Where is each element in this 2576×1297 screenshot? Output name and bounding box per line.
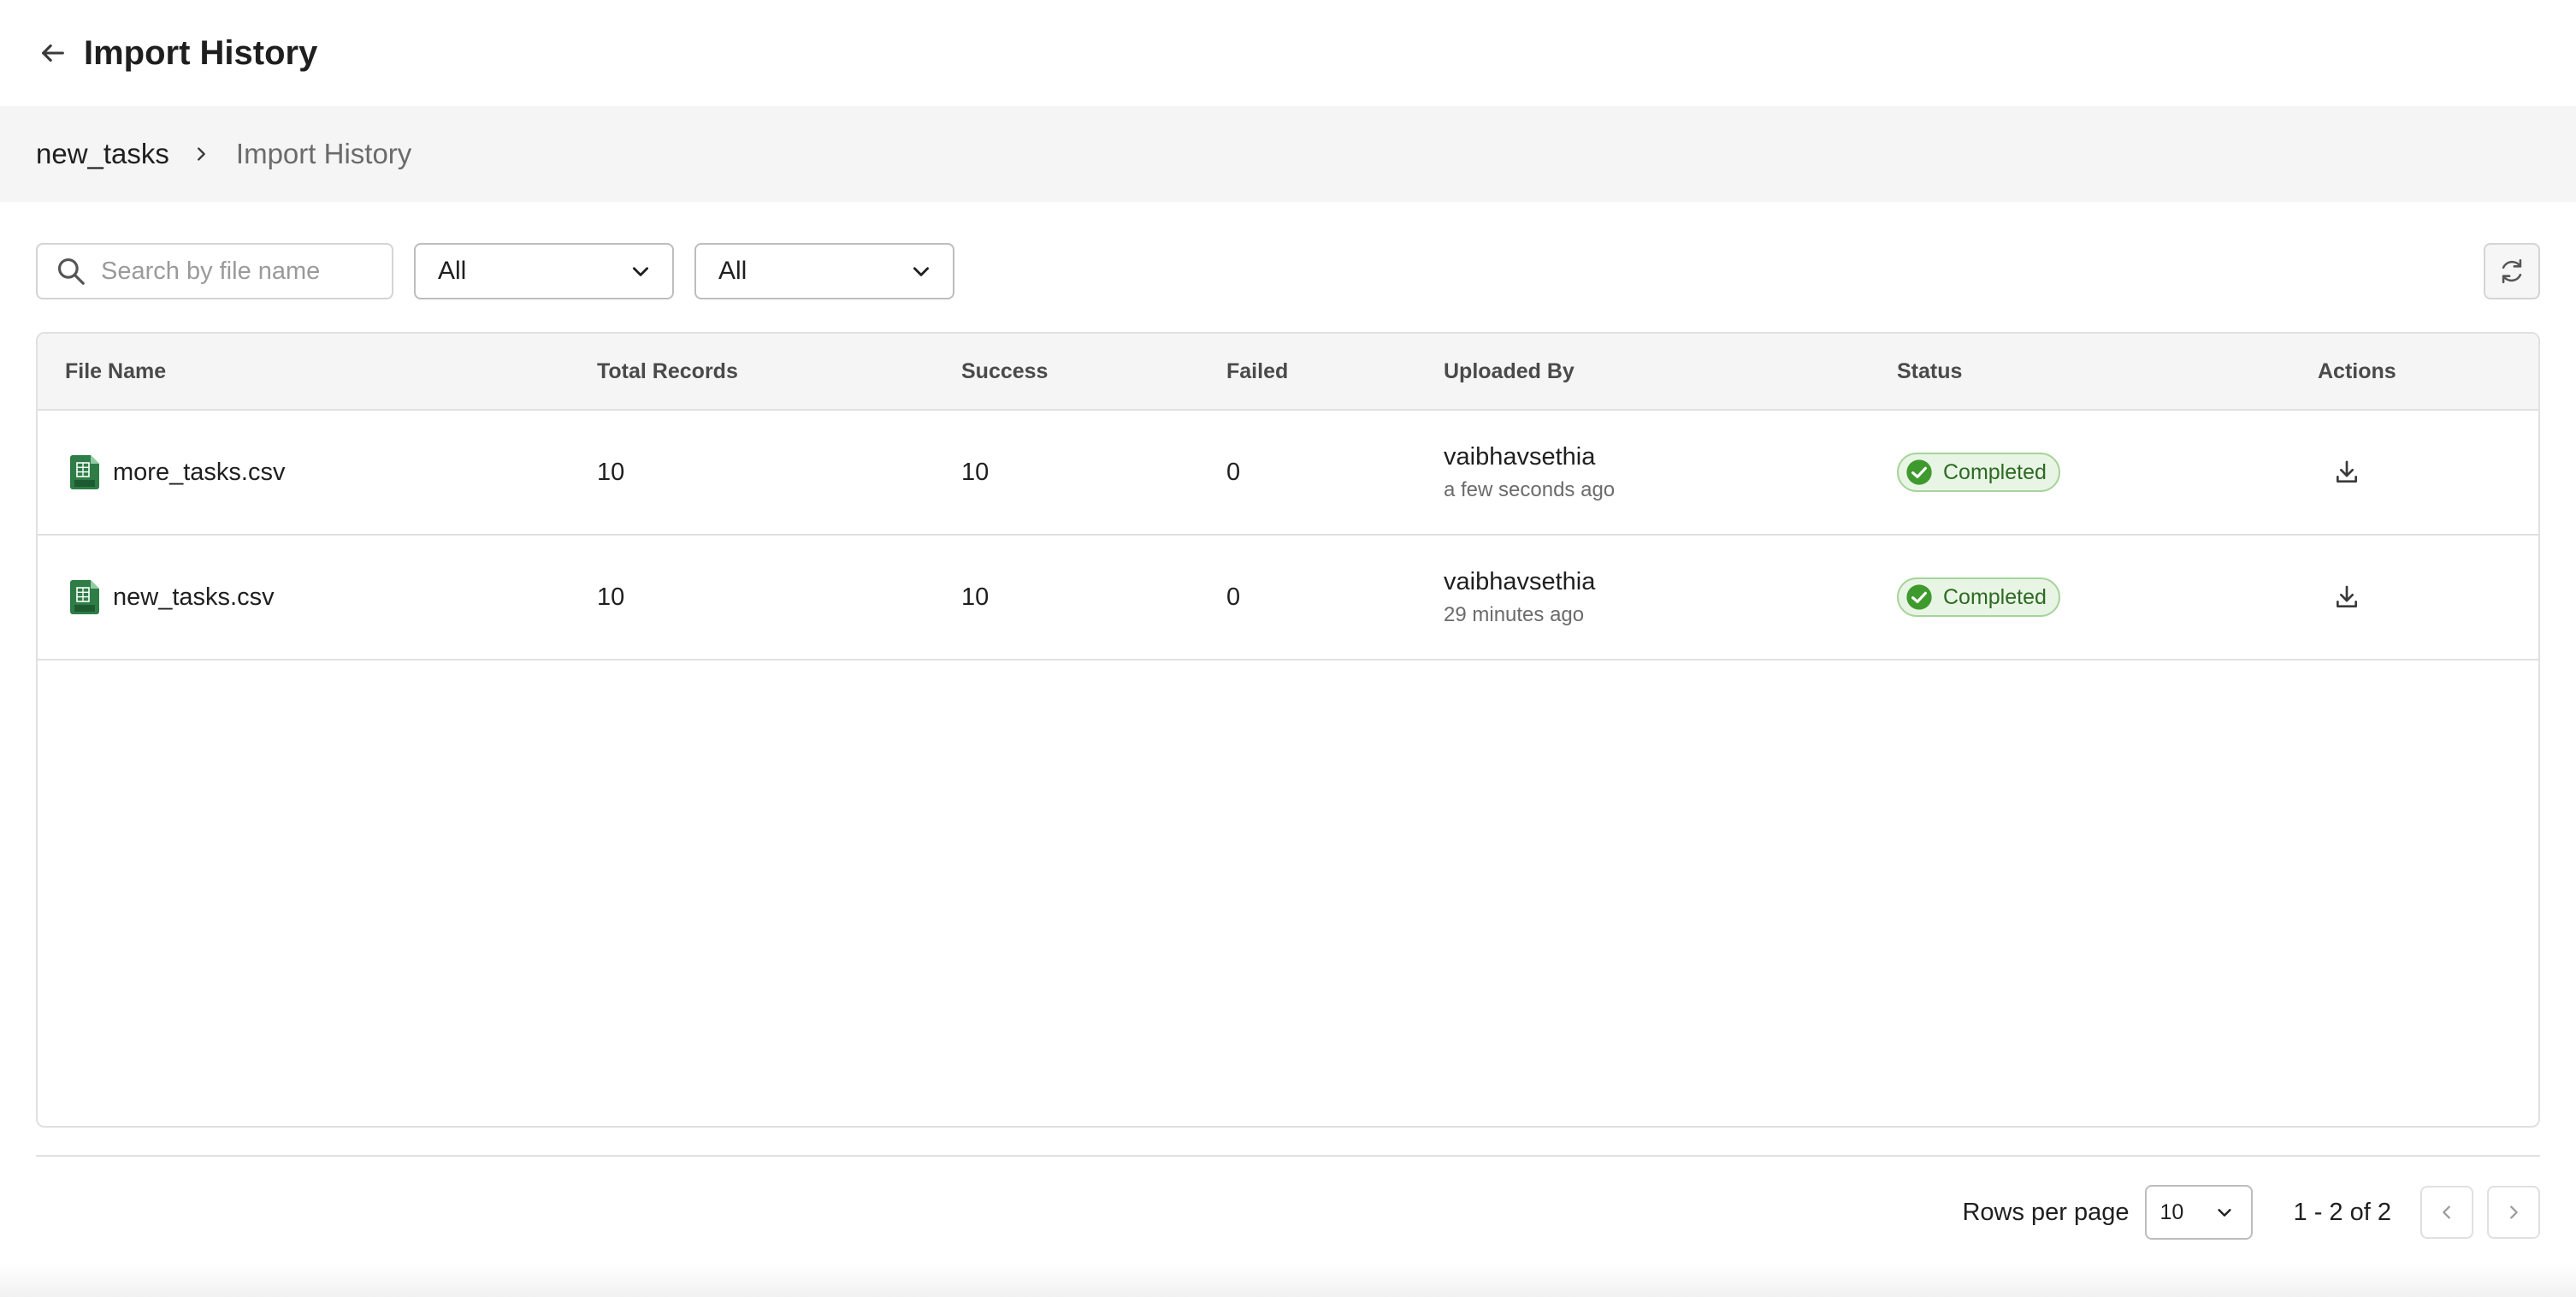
page-title: Import History: [84, 33, 318, 72]
success-cell: 10: [961, 458, 990, 486]
chevron-left-icon: [2443, 1205, 2450, 1219]
arrow-left-icon: [42, 44, 64, 62]
status-badge: Completed: [1897, 453, 2060, 492]
import-history-page: Import History new_tasks Import History …: [0, 0, 2576, 1297]
next-page-button[interactable]: [2487, 1186, 2540, 1239]
uploader-name: vaibhavsethia: [1444, 567, 1596, 595]
filter-select-2[interactable]: All: [694, 243, 954, 299]
total-records-cell: 10: [597, 458, 625, 486]
success-cell: 10: [961, 583, 990, 611]
uploader-info: vaibhavsethia 29 minutes ago: [1444, 568, 1595, 627]
uploaded-by-cell: vaibhavsethia a few seconds ago: [1444, 411, 1615, 534]
column-header-status: Status: [1897, 358, 1963, 383]
file-name: new_tasks.csv: [113, 583, 275, 611]
table-row: new_tasks.csv 10 10 0 vaibhavsethia 29 m…: [38, 536, 2538, 660]
column-header-actions: Actions: [2318, 358, 2396, 383]
column-header-success: Success: [961, 358, 1049, 383]
filter-select-2-value: All: [718, 257, 747, 285]
uploaded-by-cell: vaibhavsethia 29 minutes ago: [1444, 536, 1595, 659]
check-circle-icon: [1905, 583, 1933, 611]
breadcrumb: new_tasks Import History: [0, 106, 2576, 202]
file-name-cell: new_tasks.csv: [70, 536, 275, 659]
page-range: 1 - 2 of 2: [2293, 1198, 2391, 1226]
file-name-cell: more_tasks.csv: [70, 411, 285, 534]
previous-page-button[interactable]: [2420, 1186, 2473, 1239]
rows-per-page-label: Rows per page: [1962, 1198, 2130, 1226]
csv-file-icon: [70, 580, 99, 614]
column-header-failed: Failed: [1226, 358, 1289, 383]
actions-cell: [2319, 536, 2367, 659]
csv-file-icon: [70, 455, 99, 489]
rows-per-page-value: 10: [2159, 1199, 2184, 1224]
search-box[interactable]: [36, 243, 393, 299]
breadcrumb-current: Import History: [235, 138, 412, 169]
check-circle-icon: [1905, 459, 1933, 486]
upload-time: 29 minutes ago: [1444, 602, 1585, 626]
chevron-down-icon: [633, 267, 648, 276]
chevron-down-icon: [2217, 1209, 2231, 1217]
column-header-uploaded-by: Uploaded By: [1444, 358, 1575, 383]
download-button[interactable]: [2326, 577, 2367, 618]
status-label: Completed: [1943, 459, 2047, 484]
failed-cell: 0: [1226, 458, 1241, 486]
total-records-cell: 10: [597, 583, 625, 611]
toolbar: All All: [36, 243, 2540, 299]
actions-cell: [2319, 411, 2367, 534]
uploader-info: vaibhavsethia a few seconds ago: [1444, 443, 1615, 502]
filter-select-1[interactable]: All: [414, 243, 674, 299]
filter-select-1-value: All: [438, 257, 467, 285]
pagination: Rows per page 10 1 - 2 of 2: [1962, 1184, 2540, 1241]
uploader-name: vaibhavsethia: [1444, 442, 1596, 471]
back-button[interactable]: [36, 36, 70, 70]
file-name: more_tasks.csv: [113, 458, 286, 486]
refresh-button[interactable]: [2484, 243, 2540, 299]
upload-time: a few seconds ago: [1444, 477, 1616, 501]
status-cell: Completed: [1897, 536, 2060, 659]
column-header-file-name: File Name: [65, 358, 167, 383]
search-input[interactable]: [101, 257, 357, 286]
table-row: more_tasks.csv 10 10 0 vaibhavsethia a f…: [38, 411, 2538, 536]
column-header-total-records: Total Records: [597, 358, 738, 383]
footer-divider: [36, 1155, 2540, 1157]
download-button[interactable]: [2326, 452, 2367, 493]
rows-per-page-select[interactable]: 10: [2144, 1185, 2253, 1240]
chevron-right-icon: [2510, 1205, 2518, 1219]
status-cell: Completed: [1897, 411, 2060, 534]
status-label: Completed: [1943, 584, 2047, 609]
import-history-table: File Name Total Records Success Failed U…: [36, 332, 2540, 1128]
chevron-right-icon: [192, 145, 210, 163]
chevron-down-icon: [913, 267, 929, 276]
download-icon: [2337, 460, 2357, 483]
breadcrumb-parent-link[interactable]: new_tasks: [36, 138, 169, 170]
page-header: Import History: [0, 0, 2576, 106]
bottom-shadow: [0, 1263, 2576, 1297]
table-header: File Name Total Records Success Failed U…: [38, 334, 2538, 411]
download-icon: [2337, 585, 2357, 607]
refresh-icon: [2502, 258, 2522, 284]
failed-cell: 0: [1226, 583, 1241, 611]
search-icon: [55, 255, 87, 287]
status-badge: Completed: [1897, 577, 2060, 617]
